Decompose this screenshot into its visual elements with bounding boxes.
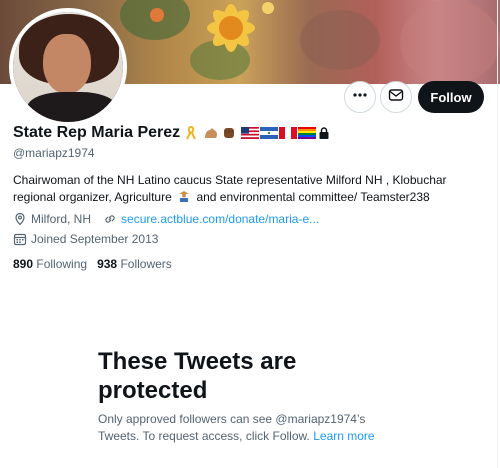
rainbow-flag-icon [298,126,317,140]
protected-description: Only approved followers can see @mariapz… [98,411,398,445]
link-icon [103,212,117,226]
profile-joined: Joined September 2013 [31,232,159,246]
bio-line-2-before: regional organizer, Agriculture [13,190,172,204]
bio-line-2-after: and environmental committee/ Teamster238 [196,190,430,204]
followers-stat[interactable]: 938 Followers [97,257,172,271]
profile-meta-row: Milford, NH secure.actblue.com/donate/ma… [13,212,319,226]
raised-fist-icon [222,126,240,140]
us-flag-icon [241,126,260,140]
calendar-icon [13,232,27,246]
bio-line-1: Chairwoman of the NH Latino caucus State… [13,173,447,187]
envelope-icon [388,87,404,108]
column-divider [497,0,498,468]
followers-label: Followers [120,257,172,271]
learn-more-link[interactable]: Learn more [313,429,374,443]
avatar[interactable] [9,8,127,126]
profile-stats: 890 Following 938 Followers [13,257,172,271]
protected-title: These Tweets are protected [98,348,297,404]
name-emojis [184,125,335,140]
profile-joined-row: Joined September 2013 [13,232,158,246]
profile-name: State Rep Maria Perez [13,124,181,141]
bio-line-2: regional organizer, Agriculture and envi… [13,189,483,206]
follow-button[interactable]: Follow [418,81,484,113]
location-pin-icon [13,212,27,226]
following-count: 890 [13,257,34,271]
more-icon [352,87,368,108]
awareness-ribbon-icon [184,125,202,140]
profile-handle: @mariapz1974 [13,146,95,160]
profile-name-row: State Rep Maria Perez [13,124,335,142]
lock-icon [317,126,335,140]
profile-bio: Chairwoman of the NH Latino caucus State… [13,172,483,206]
farmer-icon [177,190,191,202]
peru-flag-icon [279,126,298,140]
following-stat[interactable]: 890 Following [13,257,87,271]
nicaragua-flag-icon [260,126,279,140]
flexed-biceps-icon [203,126,221,140]
followers-count: 938 [97,257,118,271]
following-label: Following [36,257,88,271]
profile-location: Milford, NH [31,212,92,226]
profile-website-link[interactable]: secure.actblue.com/donate/maria-e... [121,212,319,226]
more-button[interactable] [344,81,376,113]
message-button[interactable] [380,81,412,113]
